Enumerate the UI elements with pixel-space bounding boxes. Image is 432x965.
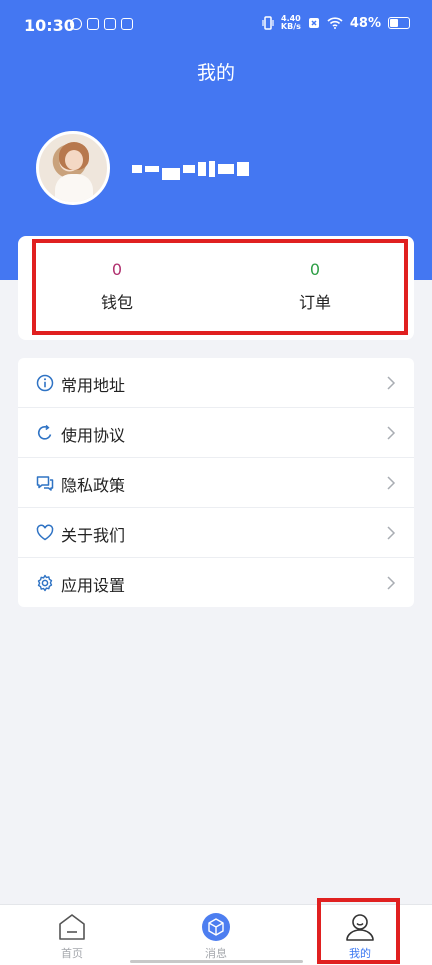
- chevron-right-icon: [387, 426, 396, 440]
- battery-icon: [388, 17, 410, 29]
- tab-profile[interactable]: 我的: [288, 905, 432, 965]
- battery-level: [390, 19, 398, 27]
- chevron-right-icon: [387, 526, 396, 540]
- menu-item-label: 使用协议: [61, 426, 126, 445]
- notification-icon: [87, 18, 99, 30]
- notification-icon: [121, 18, 133, 30]
- tab-home[interactable]: 首页: [0, 905, 144, 965]
- notification-icons: [70, 18, 133, 30]
- tab-messages[interactable]: 消息: [144, 905, 288, 965]
- menu-item-privacy[interactable]: 隐私政策: [18, 458, 414, 508]
- chevron-right-icon: [387, 576, 396, 590]
- no-sim-icon: [308, 18, 319, 28]
- menu-item-label: 隐私政策: [61, 476, 126, 495]
- user-icon: [346, 914, 374, 941]
- tab-label: 首页: [61, 947, 83, 960]
- settings-menu: 常用地址 使用协议 隐私政策 关于我们 应用设置: [18, 358, 414, 607]
- stats-card: 0 钱包 0 订单: [18, 236, 414, 340]
- heart-icon: [36, 524, 54, 541]
- notification-icon: [104, 18, 116, 30]
- avatar[interactable]: [36, 131, 110, 205]
- orders-stat[interactable]: 0 订单: [216, 260, 414, 313]
- info-icon: [36, 374, 54, 392]
- orders-value: 0: [309, 260, 321, 279]
- wifi-icon: [327, 17, 343, 29]
- status-right: 4.40 KB/s 48%: [262, 15, 410, 31]
- tab-label: 消息: [205, 947, 227, 960]
- chat-icon: [36, 476, 54, 491]
- notification-icon: [70, 18, 82, 30]
- wallet-value: 0: [111, 260, 123, 279]
- bottom-tab-bar: 首页 消息 我的: [0, 904, 432, 965]
- battery-percent: 48%: [349, 15, 381, 31]
- wallet-label: 钱包: [100, 293, 133, 312]
- menu-item-about[interactable]: 关于我们: [18, 508, 414, 558]
- gear-icon: [37, 574, 53, 592]
- menu-item-label: 常用地址: [61, 376, 126, 395]
- net-speed-unit: KB/s: [280, 22, 301, 31]
- chevron-right-icon: [387, 376, 396, 390]
- orders-label: 订单: [298, 293, 331, 312]
- net-speed: 4.40 KB/s: [281, 15, 301, 31]
- home-icon: [59, 914, 85, 940]
- wallet-stat[interactable]: 0 钱包: [18, 260, 216, 313]
- vibrate-icon: [262, 16, 274, 30]
- home-indicator: [130, 960, 303, 963]
- status-time: 10:30: [24, 16, 75, 35]
- page-title: 我的: [196, 62, 235, 84]
- menu-item-settings[interactable]: 应用设置: [18, 558, 414, 607]
- username-masked: [132, 158, 249, 180]
- message-icon: [202, 913, 230, 941]
- refresh-icon: [37, 424, 52, 440]
- menu-item-label: 关于我们: [61, 526, 126, 545]
- status-bar: 10:30 4.40 KB/s 48%: [0, 0, 432, 52]
- menu-item-terms[interactable]: 使用协议: [18, 408, 414, 458]
- chevron-right-icon: [387, 476, 396, 490]
- menu-item-addresses[interactable]: 常用地址: [18, 358, 414, 408]
- tab-label: 我的: [349, 947, 371, 960]
- menu-item-label: 应用设置: [61, 576, 126, 595]
